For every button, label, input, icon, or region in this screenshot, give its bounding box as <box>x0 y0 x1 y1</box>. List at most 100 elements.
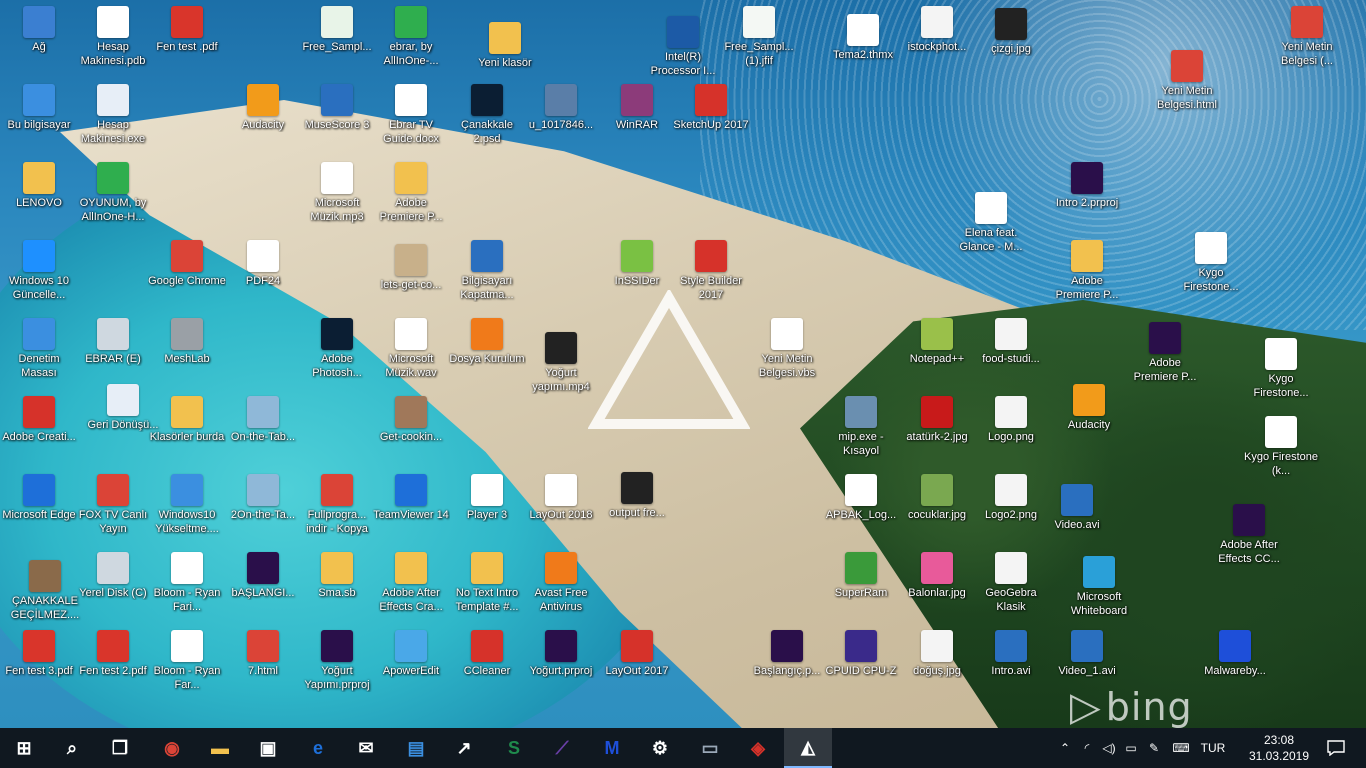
mail-taskbar[interactable]: ✉ <box>342 728 390 768</box>
desktop-icon[interactable]: APBAK_Log... <box>822 474 900 522</box>
desktop-icon[interactable]: SuperRam <box>822 552 900 600</box>
desktop-icon[interactable]: Fen test 2.pdf <box>74 630 152 678</box>
desktop-icon[interactable]: Kygo Firestone... <box>1242 338 1320 400</box>
desktop-icon[interactable]: Bu bilgisayar <box>0 84 78 132</box>
desktop-icon[interactable]: LENOVO <box>0 162 78 210</box>
desktop-icon[interactable]: Sma.sb <box>298 552 376 600</box>
desktop-icon[interactable]: Tema2.thmx <box>824 14 902 62</box>
desktop-icon[interactable]: Intro.avi <box>972 630 1050 678</box>
desktop-icon[interactable]: cocuklar.jpg <box>898 474 976 522</box>
desktop-icon[interactable]: Adobe After Effects CC... <box>1210 504 1288 566</box>
desktop-icon[interactable]: Windows 10 Güncelle... <box>0 240 78 302</box>
desktop-icon[interactable]: FOX TV Canlı Yayın <box>74 474 152 536</box>
desktop-icon[interactable]: Audacity <box>1050 384 1128 432</box>
desktop-icon[interactable]: mip.exe - Kısayol <box>822 396 900 458</box>
desktop-icon[interactable]: Yoğurt.prproj <box>522 630 600 678</box>
desktop-icon[interactable]: GeoGebra Klasik <box>972 552 1050 614</box>
desktop-icon[interactable]: LayOut 2017 <box>598 630 676 678</box>
desktop-icon[interactable]: No Text Intro Template #... <box>448 552 526 614</box>
notifications-icon[interactable] <box>1316 728 1356 768</box>
desktop-icon[interactable]: Player 3 <box>448 474 526 522</box>
chevron-up-icon[interactable]: ⌃ <box>1054 741 1076 755</box>
desktop-icon[interactable]: Intro 2.prproj <box>1048 162 1126 210</box>
desktop-icon[interactable]: MeshLab <box>148 318 226 366</box>
sketchup-taskbar[interactable]: ◈ <box>734 728 782 768</box>
desktop-icon[interactable]: 2On-the-Ta... <box>224 474 302 522</box>
desktop-icon[interactable]: Avast Free Antivirus <box>522 552 600 614</box>
desktop-icon[interactable]: Free_Sampl... <box>298 6 376 54</box>
desktop-icon[interactable]: Elena feat. Glance - M... <box>952 192 1030 254</box>
desktop-icon[interactable]: Ebrar TV Guide.docx <box>372 84 450 146</box>
desktop-icon[interactable]: atatürk-2.jpg <box>898 396 976 444</box>
desktop-icon[interactable]: Yeni klasör <box>466 22 544 70</box>
desktop-icon[interactable]: Get-cookin... <box>372 396 450 444</box>
desktop-icon[interactable]: çizgi.jpg <box>972 8 1050 56</box>
sway-taskbar[interactable]: S <box>490 728 538 768</box>
desktop-icon[interactable]: output fre... <box>598 472 676 520</box>
desktop-icon[interactable]: Adobe Premiere P... <box>372 162 450 224</box>
desktop-icon[interactable]: Başlangıç.p... <box>748 630 826 678</box>
network-taskbar[interactable]: ▭ <box>686 728 734 768</box>
desktop-icon[interactable]: Ağ <box>0 6 78 54</box>
desktop-icon[interactable]: Adobe Premiere P... <box>1048 240 1126 302</box>
desktop-icon[interactable]: Audacity <box>224 84 302 132</box>
desktop-icon[interactable]: Intel(R) Processor I... <box>644 16 722 78</box>
desktop-icon[interactable]: istockphot... <box>898 6 976 54</box>
desktop-icon[interactable]: Microsoft Whiteboard <box>1060 556 1138 618</box>
desktop-icon[interactable]: Klasörler burda <box>148 396 226 444</box>
desktop-icon[interactable]: Adobe After Effects Cra... <box>372 552 450 614</box>
desktop-icon[interactable]: Fen test .pdf <box>148 6 226 54</box>
desktop-icon[interactable]: Hesap Makinesi.pdb <box>74 6 152 68</box>
desktop-icon[interactable]: WinRAR <box>598 84 676 132</box>
desktop-icon[interactable]: LayOut 2018 <box>522 474 600 522</box>
desktop-icon[interactable]: SketchUp 2017 <box>672 84 750 132</box>
explorer-taskbar[interactable]: ▬ <box>196 728 244 768</box>
desktop-icon[interactable]: lets-get-co... <box>372 244 450 292</box>
wifi-icon[interactable]: ◜ <box>1076 741 1098 755</box>
desktop-icon[interactable]: Adobe Premiere P... <box>1126 322 1204 384</box>
desktop-icon[interactable]: 7.html <box>224 630 302 678</box>
search-button[interactable]: ⌕ <box>48 728 96 768</box>
edge-taskbar[interactable]: e <box>294 728 342 768</box>
volume-icon[interactable]: ◁) <box>1098 741 1120 755</box>
desktop-icon[interactable]: MuseScore 3 <box>298 84 376 132</box>
desktop-icon[interactable]: On-the-Tab... <box>224 396 302 444</box>
keyboard-icon[interactable]: ⌨ <box>1166 741 1196 755</box>
photos-taskbar[interactable]: ◭ <box>784 728 832 768</box>
desktop-icon[interactable]: Yeni Metin Belgesi.html <box>1148 50 1226 112</box>
desktop-icon[interactable]: TeamViewer 14 <box>372 474 450 522</box>
desktop-icon[interactable]: bAŞLANGI... <box>224 552 302 600</box>
desktop-icon[interactable]: Google Chrome <box>148 240 226 288</box>
pen-icon[interactable]: ✎ <box>1142 741 1166 755</box>
desktop-icon[interactable]: Fen test 3.pdf <box>0 630 78 678</box>
task-view-button[interactable]: ❐ <box>96 728 144 768</box>
desktop-icon[interactable]: InSSIDer <box>598 240 676 288</box>
store-taskbar[interactable]: ▣ <box>244 728 292 768</box>
desktop-icon[interactable]: Bloom - Ryan Far... <box>148 630 226 692</box>
whiteboard-taskbar[interactable]: ↗ <box>440 728 488 768</box>
desktop-icon[interactable]: Fullprogra... indir - Kopya <box>298 474 376 536</box>
desktop-icon[interactable]: Windows10 Yükseltme.... <box>148 474 226 536</box>
desktop-icon[interactable]: Yeni Metin Belgesi.vbs <box>748 318 826 380</box>
desktop-icon[interactable]: CCleaner <box>448 630 526 678</box>
desktop-icon[interactable]: Malwareby... <box>1196 630 1274 678</box>
desktop-icon[interactable]: Denetim Masası <box>0 318 78 380</box>
desktop[interactable]: ▷ bing Ağ Hesap Makinesi.pdb Fen test .pdf F… <box>0 0 1366 728</box>
desktop-icon[interactable]: Notepad++ <box>898 318 976 366</box>
desktop-icon[interactable]: Free_Sampl... (1).jfif <box>720 6 798 68</box>
app-taskbar[interactable]: ⟋ <box>538 728 586 768</box>
desktop-icon[interactable]: Microsoft Edge <box>0 474 78 522</box>
desktop-icon[interactable]: Kygo Firestone (k... <box>1242 416 1320 478</box>
desktop-icon[interactable]: Adobe Photosh... <box>298 318 376 380</box>
battery-icon[interactable]: ▭ <box>1120 741 1142 755</box>
desktop-icon[interactable]: OYUNUM, by AllInOne-H... <box>74 162 152 224</box>
start-button[interactable]: ⊞ <box>0 728 48 768</box>
chrome-taskbar[interactable]: ◉ <box>148 728 196 768</box>
desktop-icon[interactable]: Hesap Makinesi.exe <box>74 84 152 146</box>
desktop-icon[interactable]: Logo.png <box>972 396 1050 444</box>
control-panel-taskbar[interactable]: ▤ <box>392 728 440 768</box>
desktop-icon[interactable]: Yerel Disk (C) <box>74 552 152 600</box>
desktop-icon[interactable]: Yeni Metin Belgesi (... <box>1268 6 1346 68</box>
desktop-icon[interactable]: Style Builder 2017 <box>672 240 750 302</box>
desktop-icon[interactable]: Çanakkale 2.psd <box>448 84 526 146</box>
